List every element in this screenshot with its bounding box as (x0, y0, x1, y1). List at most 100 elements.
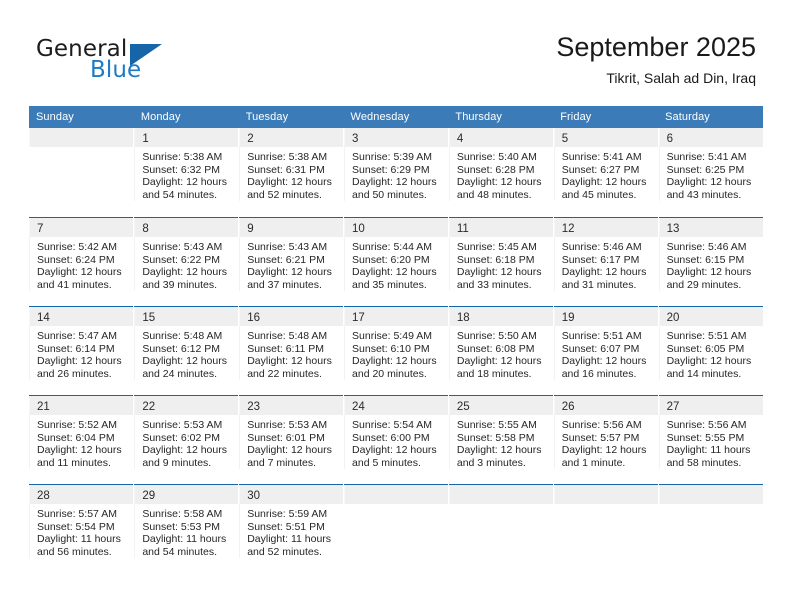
daylight-text: Daylight: 12 hours and 5 minutes. (352, 444, 437, 469)
day-number-band: 26 (553, 396, 658, 415)
day-cell[interactable]: 7 Sunrise: 5:42 AM Sunset: 6:24 PM Daylight… (29, 217, 134, 306)
day-cell[interactable]: 8 Sunrise: 5:43 AM Sunset: 6:22 PM Daylight… (134, 217, 239, 306)
day-cell[interactable]: 27 Sunrise: 5:56 AM Sunset: 5:55 PM Dayligh… (658, 395, 763, 484)
day-cell[interactable]: 19 Sunrise: 5:51 AM Sunset: 6:07 PM Dayligh… (553, 306, 658, 395)
day-cell[interactable]: 24 Sunrise: 5:54 AM Sunset: 6:00 PM Dayligh… (344, 395, 448, 484)
daylight-text: Daylight: 12 hours and 3 minutes. (456, 444, 542, 469)
day-cell[interactable]: 9 Sunrise: 5:43 AM Sunset: 6:21 PM Daylight… (239, 217, 344, 306)
day-cell[interactable]: 3 Sunrise: 5:39 AM Sunset: 6:29 PM Daylight… (344, 128, 448, 217)
day-cell[interactable]: 17 Sunrise: 5:49 AM Sunset: 6:10 PM Dayligh… (344, 306, 448, 395)
weekday-header-saturday: Saturday (658, 106, 763, 128)
day-cell[interactable]: 6 Sunrise: 5:41 AM Sunset: 6:25 PM Daylight… (658, 128, 763, 217)
sunset-text: Sunset: 6:14 PM (37, 342, 115, 355)
daylight-text: Daylight: 12 hours and 50 minutes. (352, 176, 437, 201)
calendar-cell: 29 Sunrise: 5:58 AM Sunset: 5:53 PM Dayligh… (133, 484, 240, 573)
calendar-cell: 13 Sunrise: 5:46 AM Sunset: 6:15 PM Dayligh… (658, 217, 763, 306)
day-number-band: 28 (29, 485, 134, 504)
calendar-cell: 12 Sunrise: 5:46 AM Sunset: 6:17 PM Dayligh… (553, 217, 659, 306)
day-number-band: 13 (658, 218, 763, 237)
day-details: Sunrise: 5:56 AM Sunset: 5:57 PM Daylight:… (553, 415, 658, 470)
calendar-cell: 3 Sunrise: 5:39 AM Sunset: 6:29 PM Daylight… (343, 128, 449, 217)
day-details: Sunrise: 5:48 AM Sunset: 6:11 PM Daylight:… (239, 326, 343, 381)
sunrise-text: Sunrise: 5:48 AM (142, 330, 223, 342)
day-cell[interactable]: 12 Sunrise: 5:46 AM Sunset: 6:17 PM Dayligh… (553, 217, 658, 306)
day-number: 23 (247, 401, 260, 413)
day-details: Sunrise: 5:52 AM Sunset: 6:04 PM Daylight:… (29, 415, 133, 470)
day-cell[interactable]: 5 Sunrise: 5:41 AM Sunset: 6:27 PM Daylight… (553, 128, 658, 217)
day-number: 6 (666, 133, 673, 145)
calendar-cell (343, 484, 449, 573)
sunrise-text: Sunrise: 5:38 AM (247, 151, 328, 163)
day-number: 13 (666, 223, 680, 235)
day-cell[interactable]: 2 Sunrise: 5:38 AM Sunset: 6:31 PM Daylight… (239, 128, 344, 217)
calendar-cell: 20 Sunrise: 5:51 AM Sunset: 6:05 PM Dayligh… (658, 306, 763, 395)
day-number: 16 (247, 312, 260, 324)
calendar-cell (448, 484, 554, 573)
daylight-text: Daylight: 12 hours and 54 minutes. (142, 176, 227, 201)
day-cell[interactable]: 14 Sunrise: 5:47 AM Sunset: 6:14 PM Dayligh… (29, 306, 134, 395)
weekday-header-wednesday: Wednesday (343, 106, 449, 128)
brand-logo[interactable]: General Blue (36, 36, 266, 88)
daylight-text: Daylight: 12 hours and 22 minutes. (247, 355, 332, 380)
day-cell[interactable]: 11 Sunrise: 5:45 AM Sunset: 6:18 PM Dayligh… (448, 217, 553, 306)
day-details: Sunrise: 5:41 AM Sunset: 6:25 PM Daylight:… (658, 147, 763, 202)
sunset-text: Sunset: 6:17 PM (561, 253, 640, 266)
daylight-text: Daylight: 11 hours and 54 minutes. (142, 533, 227, 558)
day-number-band: 30 (239, 485, 344, 504)
calendar-week-row: 14 Sunrise: 5:47 AM Sunset: 6:14 PM Dayligh… (29, 306, 763, 395)
daylight-text: Daylight: 12 hours and 1 minute. (561, 444, 647, 469)
day-details: Sunrise: 5:38 AM Sunset: 6:32 PM Daylight:… (134, 147, 238, 202)
calendar-cell: 17 Sunrise: 5:49 AM Sunset: 6:10 PM Dayligh… (343, 306, 449, 395)
calendar-cell: 2 Sunrise: 5:38 AM Sunset: 6:31 PM Daylight… (238, 128, 345, 217)
day-number-band: 12 (553, 218, 658, 237)
weekday-header-thursday: Thursday (448, 106, 554, 128)
day-cell[interactable]: 16 Sunrise: 5:48 AM Sunset: 6:11 PM Dayligh… (239, 306, 344, 395)
day-number-band: 7 (29, 218, 134, 237)
title-block: September 2025 Tikrit, Salah ad Din, Ira… (556, 30, 756, 87)
day-number-band: 27 (658, 396, 763, 415)
sunrise-text: Sunrise: 5:46 AM (561, 241, 642, 253)
day-cell[interactable]: 10 Sunrise: 5:44 AM Sunset: 6:20 PM Dayligh… (344, 217, 448, 306)
day-cell[interactable]: 23 Sunrise: 5:53 AM Sunset: 6:01 PM Dayligh… (239, 395, 344, 484)
calendar-cell: 6 Sunrise: 5:41 AM Sunset: 6:25 PM Daylight… (658, 128, 763, 217)
day-cell[interactable]: 30 Sunrise: 5:59 AM Sunset: 5:51 PM Dayligh… (239, 484, 344, 573)
day-cell[interactable]: 20 Sunrise: 5:51 AM Sunset: 6:05 PM Dayligh… (658, 306, 763, 395)
day-number: 12 (561, 223, 575, 235)
sunrise-text: Sunrise: 5:47 AM (37, 330, 117, 342)
weekday-header-tuesday: Tuesday (238, 106, 344, 128)
day-number: 9 (247, 223, 254, 235)
sunrise-text: Sunrise: 5:57 AM (37, 508, 117, 520)
calendar-cell: 30 Sunrise: 5:59 AM Sunset: 5:51 PM Dayligh… (238, 484, 345, 573)
day-number-band (658, 485, 763, 504)
calendar-cell: 15 Sunrise: 5:48 AM Sunset: 6:12 PM Dayligh… (133, 306, 240, 395)
sunset-text: Sunset: 6:04 PM (37, 431, 115, 444)
day-cell[interactable]: 4 Sunrise: 5:40 AM Sunset: 6:28 PM Daylight… (448, 128, 553, 217)
sunrise-text: Sunrise: 5:46 AM (666, 241, 747, 253)
day-cell[interactable]: 18 Sunrise: 5:50 AM Sunset: 6:08 PM Dayligh… (448, 306, 553, 395)
day-cell[interactable]: 21 Sunrise: 5:52 AM Sunset: 6:04 PM Dayligh… (29, 395, 134, 484)
day-cell[interactable]: 13 Sunrise: 5:46 AM Sunset: 6:15 PM Dayligh… (658, 217, 763, 306)
day-cell[interactable]: 26 Sunrise: 5:56 AM Sunset: 5:57 PM Dayligh… (553, 395, 658, 484)
day-cell[interactable]: 15 Sunrise: 5:48 AM Sunset: 6:12 PM Dayligh… (134, 306, 239, 395)
calendar-cell: 22 Sunrise: 5:53 AM Sunset: 6:02 PM Dayligh… (133, 395, 240, 484)
day-number: 11 (456, 223, 469, 235)
sunset-text: Sunset: 5:53 PM (142, 520, 220, 533)
day-cell-empty (553, 484, 658, 573)
calendar-cell (29, 128, 135, 217)
day-details: Sunrise: 5:53 AM Sunset: 6:02 PM Daylight:… (134, 415, 238, 470)
day-cell[interactable]: 25 Sunrise: 5:55 AM Sunset: 5:58 PM Dayligh… (448, 395, 553, 484)
daylight-text: Daylight: 11 hours and 52 minutes. (247, 533, 332, 558)
day-cell[interactable]: 1 Sunrise: 5:38 AM Sunset: 6:32 PM Daylight… (134, 128, 239, 217)
sunrise-text: Sunrise: 5:50 AM (456, 330, 537, 342)
day-details: Sunrise: 5:43 AM Sunset: 6:21 PM Daylight:… (239, 237, 343, 292)
sunset-text: Sunset: 6:12 PM (142, 342, 220, 355)
day-number-band: 4 (448, 128, 553, 147)
day-cell[interactable]: 28 Sunrise: 5:57 AM Sunset: 5:54 PM Dayligh… (29, 484, 134, 573)
sunrise-text: Sunrise: 5:54 AM (352, 419, 432, 431)
daylight-text: Daylight: 12 hours and 45 minutes. (561, 176, 647, 201)
sunset-text: Sunset: 6:24 PM (37, 253, 115, 266)
day-cell[interactable]: 29 Sunrise: 5:58 AM Sunset: 5:53 PM Dayligh… (134, 484, 239, 573)
sunset-text: Sunset: 6:21 PM (247, 253, 325, 266)
day-cell[interactable]: 22 Sunrise: 5:53 AM Sunset: 6:02 PM Dayligh… (134, 395, 239, 484)
daylight-text: Daylight: 12 hours and 16 minutes. (561, 355, 647, 380)
